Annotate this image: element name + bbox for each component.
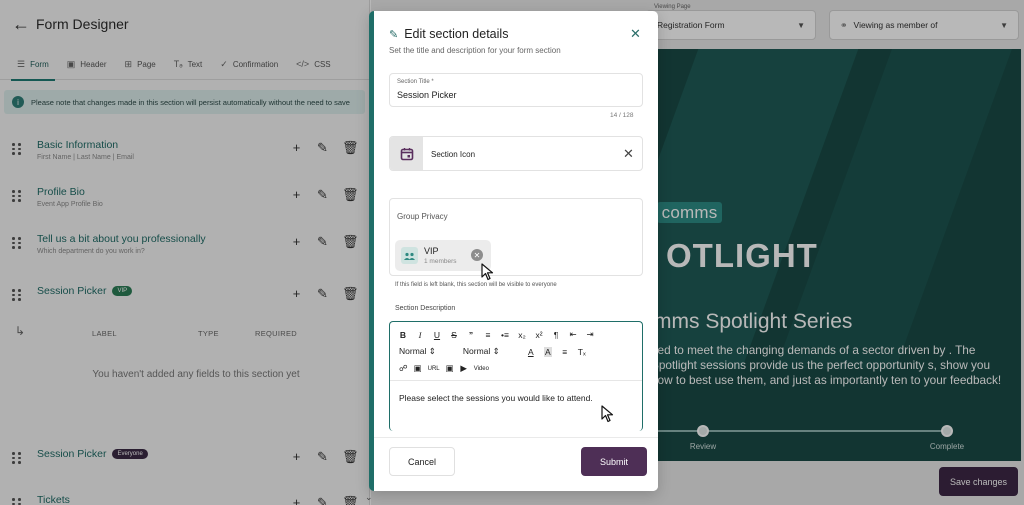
cancel-button[interactable]: Cancel (389, 447, 455, 476)
character-counter: 14 / 128 (610, 112, 634, 119)
blockquote-icon[interactable]: ” (467, 330, 475, 340)
toolbar-divider (390, 380, 642, 381)
link-icon[interactable]: ☍ (399, 363, 408, 374)
superscript-icon[interactable]: x² (535, 330, 543, 340)
submit-button[interactable]: Submit (581, 447, 647, 476)
calendar-icon (400, 147, 413, 160)
size-select[interactable]: Normal ⇕ (463, 346, 500, 357)
pencil-icon: ✎ (389, 28, 399, 41)
heading-select-value: Normal (399, 346, 427, 356)
section-icon-field[interactable]: Section Icon ✕ (389, 136, 643, 171)
editor-toolbar-row-3: ☍ ▣ URL ▣ ▶ Video (399, 363, 489, 374)
bullet-list-icon[interactable]: •≡ (501, 330, 509, 340)
editor-toolbar-row-2: Normal ⇕ Normal ⇕ A A ≡ Tₓ (399, 346, 586, 357)
group-name: VIP (424, 246, 439, 256)
privacy-helper-text: If this field is left blank, this sectio… (395, 282, 557, 288)
close-icon[interactable]: ✕ (630, 26, 641, 42)
section-icon-label: Section Icon (431, 150, 476, 159)
text-color-icon[interactable]: A (527, 347, 535, 357)
group-member-count: 1 members (424, 258, 457, 265)
heading-select[interactable]: Normal ⇕ (399, 346, 436, 357)
video-button[interactable]: Video (474, 366, 489, 372)
editor-toolbar-row-1: B I U S ” ≡ •≡ x₂ x² ¶ ⇤ ⇥ (399, 329, 594, 340)
background-color-icon[interactable]: A (543, 346, 552, 357)
modal-header: ✎ Edit section details (389, 27, 508, 41)
modal-title: Edit section details (404, 27, 509, 41)
align-icon[interactable]: ≡ (561, 347, 569, 357)
italic-icon[interactable]: I (416, 330, 424, 340)
image-icon[interactable]: ▣ (414, 363, 422, 374)
section-title-field[interactable]: Section Title * Session Picker (389, 73, 643, 107)
modal-footer: Cancel Submit (374, 437, 658, 491)
group-privacy-field[interactable]: Group Privacy VIP 1 members ✕ (389, 198, 643, 276)
description-content[interactable]: Please select the sessions you would lik… (399, 393, 593, 403)
clear-format-icon[interactable]: Tₓ (578, 347, 586, 357)
mouse-cursor-icon (601, 405, 614, 423)
section-title-value[interactable]: Session Picker (397, 90, 457, 100)
text-direction-icon[interactable]: ¶ (552, 330, 560, 340)
mouse-cursor-icon (481, 263, 494, 281)
group-avatar-icon (401, 247, 418, 264)
outdent-icon[interactable]: ⇤ (569, 329, 577, 340)
bold-icon[interactable]: B (399, 330, 407, 340)
section-title-label: Section Title * (397, 79, 434, 85)
group-privacy-label: Group Privacy (397, 212, 448, 221)
clear-icon[interactable]: ✕ (623, 146, 634, 162)
play-icon[interactable]: ▶ (460, 363, 468, 374)
strikethrough-icon[interactable]: S (450, 330, 458, 340)
chevron-down-icon[interactable]: ⌄ (365, 492, 373, 503)
remove-chip-icon[interactable]: ✕ (471, 249, 483, 261)
url-button[interactable]: URL (428, 366, 440, 372)
subscript-icon[interactable]: x₂ (518, 330, 526, 340)
ordered-list-icon[interactable]: ≡ (484, 330, 492, 340)
film-icon[interactable]: ▣ (446, 363, 454, 374)
indent-icon[interactable]: ⇥ (586, 329, 594, 340)
modal-subtitle: Set the title and description for your f… (389, 46, 561, 55)
icon-preview-tile[interactable] (390, 137, 423, 170)
size-select-value: Normal (462, 346, 491, 356)
section-description-label: Section Description (395, 305, 456, 312)
group-chip[interactable]: VIP 1 members ✕ (395, 240, 491, 271)
underline-icon[interactable]: U (433, 330, 441, 340)
